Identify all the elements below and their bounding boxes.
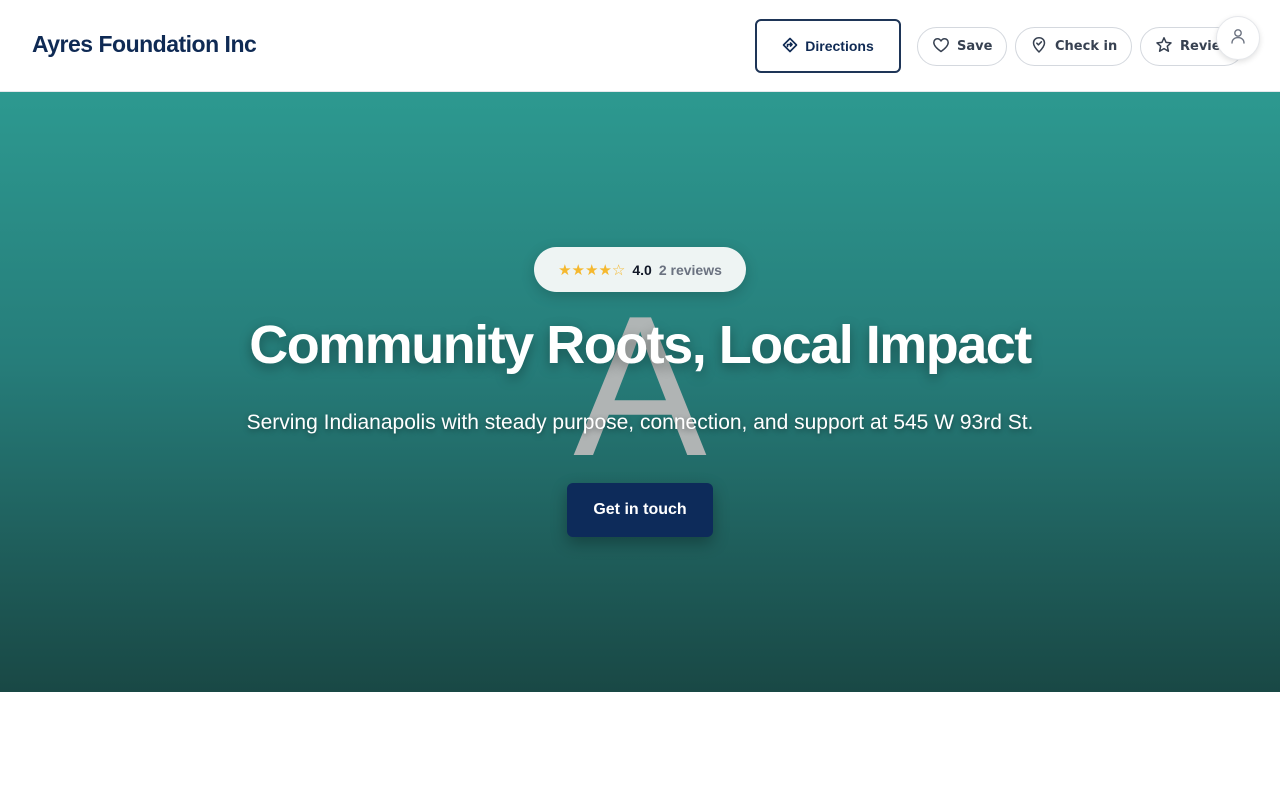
hero-section: A ★★★★☆ 4.0 2 reviews Community Roots, L… (0, 92, 1280, 692)
save-button[interactable]: Save (917, 27, 1007, 66)
heart-icon (932, 36, 950, 58)
check-in-label: Check in (1055, 39, 1118, 54)
directions-icon (782, 37, 798, 56)
rating-badge[interactable]: ★★★★☆ 4.0 2 reviews (534, 247, 746, 292)
star-rating-icon: ★★★★☆ (558, 260, 626, 279)
review-count[interactable]: 2 reviews (659, 262, 722, 278)
check-in-button[interactable]: Check in (1015, 27, 1132, 66)
directions-label: Directions (805, 38, 874, 54)
location-pin-icon (1030, 36, 1048, 58)
user-menu-button[interactable] (1216, 16, 1260, 60)
hero-title: Community Roots, Local Impact (249, 315, 1032, 375)
site-header: Ayres Foundation Inc Directions Save Che… (0, 0, 1280, 92)
directions-button[interactable]: Directions (755, 19, 901, 73)
get-in-touch-button[interactable]: Get in touch (567, 483, 713, 537)
user-icon (1229, 27, 1247, 50)
brand-name[interactable]: Ayres Foundation Inc (32, 31, 257, 58)
hero-subtitle: Serving Indianapolis with steady purpose… (246, 411, 1034, 434)
rating-value: 4.0 (632, 261, 652, 278)
star-icon (1155, 36, 1173, 58)
save-label: Save (957, 39, 993, 54)
